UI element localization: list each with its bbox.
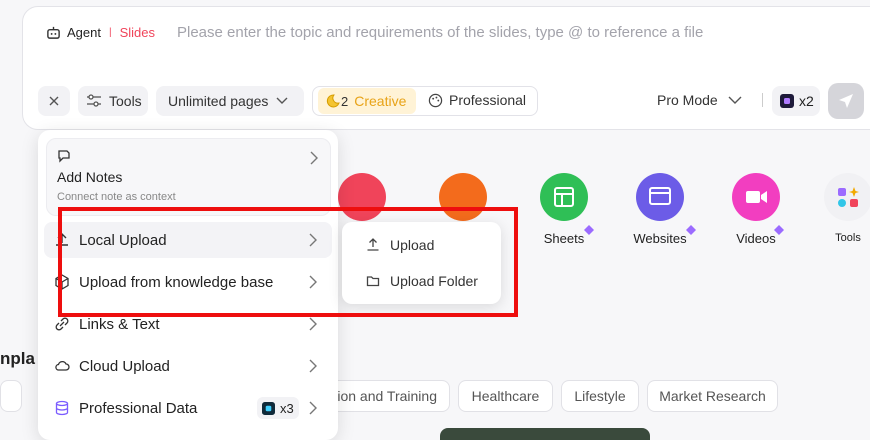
tile-videos[interactable] xyxy=(732,173,780,221)
chevron-right-icon xyxy=(310,151,318,165)
tile-label-sheets: Sheets xyxy=(543,231,585,246)
new-badge-icon xyxy=(774,225,784,235)
tools-grid-icon xyxy=(838,187,859,207)
tile-label-websites: Websites xyxy=(633,231,687,246)
menu-item-label: Links & Text xyxy=(79,315,160,333)
highlight-box xyxy=(58,207,518,317)
close-button[interactable] xyxy=(38,86,70,116)
database-icon xyxy=(55,400,69,416)
mode-separator: | xyxy=(108,27,112,38)
video-camera-icon xyxy=(746,191,767,203)
pages-dropdown[interactable]: Unlimited pages xyxy=(156,86,304,116)
pro-mode-label: Pro Mode xyxy=(657,92,718,108)
new-badge-icon xyxy=(686,225,696,235)
prompt-input[interactable]: Please enter the topic and requirements … xyxy=(177,24,703,41)
menu-item-cloud-upload[interactable]: Cloud Upload xyxy=(44,348,332,384)
chevron-down-icon xyxy=(276,97,288,104)
chevron-right-icon xyxy=(309,317,317,331)
agent-mode-toggle[interactable]: Agent | Slides xyxy=(46,25,155,40)
model-logo-icon xyxy=(780,94,794,108)
notes-icon xyxy=(58,150,70,163)
category-tag[interactable] xyxy=(0,380,22,412)
templates-heading: npla xyxy=(0,349,35,368)
creative-label: Creative xyxy=(354,93,407,109)
category-tag-label: Healthcare xyxy=(471,388,540,404)
chevron-right-icon xyxy=(309,359,317,373)
sliders-icon xyxy=(87,94,101,107)
tile-tools[interactable] xyxy=(824,173,870,221)
add-notes-card[interactable]: Add Notes Connect note as context xyxy=(46,138,331,216)
link-icon xyxy=(55,317,69,331)
tools-button[interactable]: Tools xyxy=(78,86,148,116)
credits-label: x2 xyxy=(799,93,814,109)
cloud-icon xyxy=(55,360,70,371)
sheets-icon xyxy=(554,187,574,207)
tile-websites[interactable] xyxy=(636,173,684,221)
send-button[interactable] xyxy=(828,83,864,119)
professional-label: Professional xyxy=(449,92,527,108)
template-thumbnail[interactable] xyxy=(440,428,650,440)
close-icon xyxy=(49,96,59,106)
moon-icon xyxy=(326,94,340,108)
menu-item-professional-data[interactable]: Professional Data x3 xyxy=(44,390,332,426)
chevron-down-icon xyxy=(728,96,742,104)
tile-label-tools: Tools xyxy=(835,232,861,244)
menu-item-label: Professional Data xyxy=(79,399,198,417)
agent-label: Agent xyxy=(67,25,101,40)
tools-label: Tools xyxy=(109,93,142,109)
tile-sheets[interactable] xyxy=(540,173,588,221)
model-credits-button[interactable]: x2 xyxy=(772,86,820,116)
creative-style-button[interactable]: 2 Creative xyxy=(318,88,416,114)
websites-icon xyxy=(649,187,671,205)
pro-mode-dropdown[interactable]: Pro Mode xyxy=(657,92,742,108)
category-tag[interactable]: Healthcare xyxy=(458,380,553,412)
creative-count: 2 xyxy=(341,93,349,109)
category-tag-label: ion and Training xyxy=(337,388,437,404)
category-tag[interactable]: ion and Training xyxy=(320,380,450,412)
palette-icon xyxy=(428,93,443,107)
credits-badge: x3 xyxy=(257,397,299,419)
agent-robot-icon xyxy=(47,26,60,39)
toolbar-divider xyxy=(762,93,763,107)
chevron-right-icon xyxy=(309,401,317,415)
menu-item-label: Cloud Upload xyxy=(79,357,170,375)
category-tag[interactable]: Market Research xyxy=(647,380,778,412)
add-notes-title: Add Notes xyxy=(57,169,123,185)
slides-label[interactable]: Slides xyxy=(120,25,155,40)
credits-badge-label: x3 xyxy=(280,400,294,416)
category-tag-label: Lifestyle xyxy=(574,388,626,404)
new-badge-icon xyxy=(584,225,594,235)
professional-style-button[interactable]: Professional xyxy=(428,92,526,108)
category-tag[interactable]: Lifestyle xyxy=(561,380,639,412)
model-logo-icon xyxy=(262,401,275,415)
add-notes-subtitle: Connect note as context xyxy=(57,191,176,203)
send-icon xyxy=(839,94,853,108)
pages-label: Unlimited pages xyxy=(168,93,269,109)
category-tag-label: Market Research xyxy=(659,388,766,404)
